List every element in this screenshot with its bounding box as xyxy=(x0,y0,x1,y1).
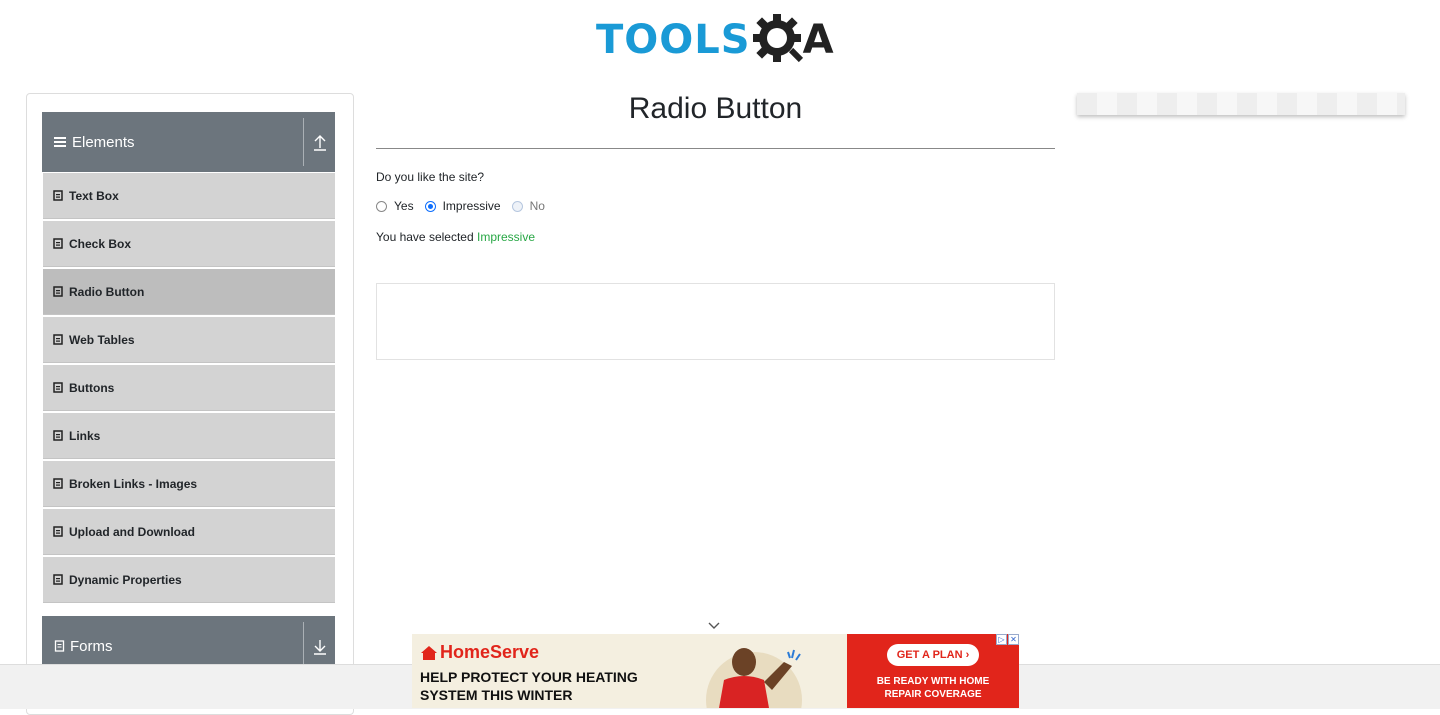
list-icon xyxy=(53,478,63,489)
radio-impressive-input[interactable] xyxy=(424,200,436,212)
sidebar-item-broken-links[interactable]: Broken Links - Images xyxy=(43,461,335,507)
site-logo[interactable]: TOOLS A xyxy=(596,12,834,68)
sidebar: Elements Text Box Check Box Radio Button… xyxy=(26,93,354,715)
list-icon xyxy=(53,382,63,393)
logo-suffix: A xyxy=(802,17,834,63)
sidebar-item-dynamic-properties[interactable]: Dynamic Properties xyxy=(43,557,335,603)
arrow-up-icon[interactable] xyxy=(311,132,329,152)
question-text: Do you like the site? xyxy=(376,170,485,184)
result-prefix: You have selected xyxy=(376,230,474,244)
divider xyxy=(303,118,304,166)
sidebar-item-label: Broken Links - Images xyxy=(69,476,198,491)
radio-yes-input[interactable] xyxy=(376,200,387,212)
sidebar-item-label: Buttons xyxy=(69,380,115,395)
group-title-wrap: Elements xyxy=(54,134,135,151)
title-divider xyxy=(376,148,1055,149)
sidebar-item-links[interactable]: Links xyxy=(43,413,335,459)
sidebar-item-buttons[interactable]: Buttons xyxy=(43,365,335,411)
ad-subtext: BE READY WITH HOME REPAIR COVERAGE xyxy=(876,676,990,700)
radio-no-label: No xyxy=(529,199,545,213)
logo-text: TOOLS xyxy=(596,17,751,63)
list-icon xyxy=(53,430,63,441)
side-ad-strip[interactable] xyxy=(1077,93,1405,115)
list-icon xyxy=(53,526,63,537)
group-label-elements: Elements xyxy=(72,133,135,151)
sidebar-item-label: Dynamic Properties xyxy=(69,572,182,587)
list-icon xyxy=(53,238,63,249)
sidebar-item-radio-button[interactable]: Radio Button xyxy=(43,269,335,315)
ad-banner-left: HomeServe HELP PROTECT YOUR HEATING SYST… xyxy=(412,634,847,708)
sidebar-item-label: Web Tables xyxy=(69,332,135,347)
sidebar-item-label: Radio Button xyxy=(69,284,145,299)
divider xyxy=(303,622,304,670)
ad-close-icon[interactable]: ✕ xyxy=(1008,634,1019,645)
list-icon xyxy=(53,334,63,345)
sidebar-item-upload-download[interactable]: Upload and Download xyxy=(43,509,335,555)
ad-cta-button[interactable]: GET A PLAN › xyxy=(887,644,979,666)
radio-group: Yes Impressive No xyxy=(376,199,556,213)
list-icon xyxy=(53,190,63,201)
ad-brand: HomeServe xyxy=(420,642,539,663)
ad-info-icon[interactable]: ▷ xyxy=(996,634,1007,645)
content-placeholder-box xyxy=(376,283,1055,360)
group-label-forms: Forms xyxy=(70,637,113,655)
gear-magnifier-icon xyxy=(752,14,803,63)
chevron-down-icon[interactable] xyxy=(707,620,721,630)
ad-banner[interactable]: HomeServe HELP PROTECT YOUR HEATING SYST… xyxy=(412,634,1019,708)
radio-yes-label[interactable]: Yes xyxy=(394,199,414,213)
sidebar-item-label: Text Box xyxy=(69,188,119,203)
group-header-elements[interactable]: Elements xyxy=(42,112,335,172)
list-icon xyxy=(53,286,63,297)
form-icon xyxy=(54,640,65,652)
sidebar-item-label: Links xyxy=(69,428,101,443)
sidebar-item-label: Upload and Download xyxy=(69,524,195,539)
group-title-wrap: Forms xyxy=(54,638,113,655)
radio-no: No xyxy=(511,199,545,213)
page-title: Radio Button xyxy=(628,92,803,125)
ad-banner-right: GET A PLAN › BE READY WITH HOME REPAIR C… xyxy=(847,634,1019,708)
radio-impressive-label[interactable]: Impressive xyxy=(443,199,501,213)
result-value: Impressive xyxy=(476,230,535,244)
sidebar-item-check-box[interactable]: Check Box xyxy=(43,221,335,267)
ad-controls: ▷ ✕ xyxy=(996,634,1019,645)
ad-brand-text: HomeServe xyxy=(440,642,540,662)
list-icon xyxy=(53,574,63,585)
radio-yes[interactable]: Yes xyxy=(376,199,414,213)
arrow-down-icon[interactable] xyxy=(311,636,329,656)
elements-menu: Text Box Check Box Radio Button Web Tabl… xyxy=(43,173,335,605)
ad-person-image xyxy=(706,648,802,708)
selection-result: You have selected Impressive xyxy=(376,230,535,244)
menu-icon xyxy=(54,137,66,147)
ad-headline: HELP PROTECT YOUR HEATING SYSTEM THIS WI… xyxy=(420,669,638,703)
sidebar-item-web-tables[interactable]: Web Tables xyxy=(43,317,335,363)
radio-no-input xyxy=(511,200,523,212)
sidebar-item-label: Check Box xyxy=(69,236,132,251)
radio-impressive[interactable]: Impressive xyxy=(424,199,501,213)
sidebar-item-text-box[interactable]: Text Box xyxy=(43,173,335,219)
house-icon xyxy=(421,645,437,660)
